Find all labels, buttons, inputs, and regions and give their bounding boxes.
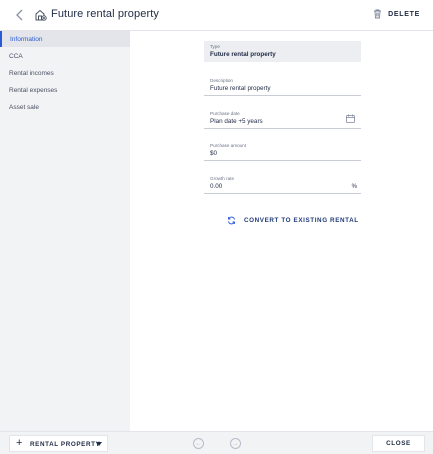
purchase-date-field[interactable]: Purchase date Plan date +5 years xyxy=(204,108,361,129)
description-field[interactable]: Description Future rental property xyxy=(204,75,361,96)
description-value[interactable]: Future rental property xyxy=(210,85,271,92)
header-bar: Future rental property DELETE xyxy=(0,0,433,31)
purchase-amount-value[interactable]: $0 xyxy=(210,150,217,157)
sidebar-item-label: Asset sale xyxy=(9,103,39,111)
growth-rate-label: Growth rate xyxy=(210,176,234,181)
rental-property-icon xyxy=(35,9,47,21)
next-arrow-icon[interactable]: → xyxy=(230,438,241,449)
description-label: Description xyxy=(210,78,233,83)
growth-rate-field[interactable]: Growth rate 0.00 % xyxy=(204,173,361,194)
sidebar-item-label: Rental incomes xyxy=(9,69,54,77)
type-value: Future rental property xyxy=(210,51,276,58)
close-label: CLOSE xyxy=(386,440,411,447)
percent-suffix: % xyxy=(351,184,357,190)
add-rental-property-label: RENTAL PROPERTY xyxy=(30,441,101,448)
purchase-amount-label: Purchase amount xyxy=(210,143,247,148)
back-arrow-icon[interactable] xyxy=(13,8,27,22)
sidebar-item-label: CCA xyxy=(9,52,23,60)
add-rental-property-button[interactable]: + RENTAL PROPERTY xyxy=(9,435,108,452)
page-title: Future rental property xyxy=(51,8,159,20)
type-label: Type xyxy=(210,44,220,49)
sidebar-item-asset-sale[interactable]: Asset sale xyxy=(0,99,130,115)
chevron-down-icon[interactable] xyxy=(96,442,102,446)
sidebar-item-rental-incomes[interactable]: Rental incomes xyxy=(0,65,130,81)
convert-to-existing-rental-button[interactable]: CONVERT TO EXISTING RENTAL xyxy=(227,216,359,225)
purchase-amount-field[interactable]: Purchase amount $0 xyxy=(204,140,361,161)
type-field: Type Future rental property xyxy=(204,41,361,62)
sidebar-item-label: Rental expenses xyxy=(9,86,58,94)
trash-icon xyxy=(374,9,382,19)
growth-rate-value[interactable]: 0.00 xyxy=(210,183,222,190)
previous-arrow-icon[interactable]: ← xyxy=(193,438,204,449)
sidebar-item-rental-expenses[interactable]: Rental expenses xyxy=(0,82,130,98)
delete-label: DELETE xyxy=(388,10,420,18)
plus-icon: + xyxy=(16,437,24,449)
refresh-icon xyxy=(228,216,235,225)
sidebar-item-information[interactable]: Information xyxy=(0,31,130,47)
purchase-date-label: Purchase date xyxy=(210,111,240,116)
sidebar-item-cca[interactable]: CCA xyxy=(0,48,130,64)
delete-button[interactable]: DELETE xyxy=(373,9,420,19)
close-button[interactable]: CLOSE xyxy=(372,435,425,452)
convert-label: CONVERT TO EXISTING RENTAL xyxy=(244,217,359,224)
sidebar-item-label: Information xyxy=(10,35,43,43)
calendar-icon[interactable] xyxy=(346,114,355,123)
purchase-date-value[interactable]: Plan date +5 years xyxy=(210,118,263,125)
sidebar: Information CCA Rental incomes Rental ex… xyxy=(0,31,130,431)
